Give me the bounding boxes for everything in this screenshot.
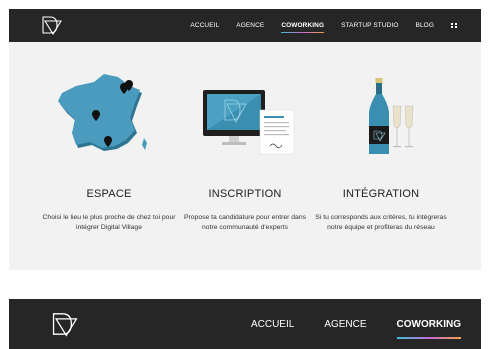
page: ACCUEIL AGENCE COWORKING STARTUP STUDIO … (0, 0, 489, 349)
monitor-document-icon (203, 90, 295, 155)
feature-title: INSCRIPTION (208, 188, 282, 200)
nav-accueil[interactable]: ACCUEIL (190, 22, 219, 29)
nav-startup-studio[interactable]: STARTUP STUDIO (341, 22, 398, 29)
logo-icon (42, 16, 62, 36)
france-map-icon (58, 74, 147, 151)
nav-agence[interactable]: AGENCE (236, 22, 264, 29)
main-menu: ACCUEIL AGENCE COWORKING STARTUP STUDIO … (173, 9, 457, 42)
top-navbar: ACCUEIL AGENCE COWORKING STARTUP STUDIO … (9, 9, 481, 42)
grid-icon[interactable] (451, 22, 457, 29)
features-section: ESPACE Choisi le lieu le plus proche de … (9, 42, 481, 270)
logo[interactable] (41, 15, 63, 40)
champagne-icon (369, 78, 414, 154)
feature-title: ESPACE (86, 188, 132, 200)
sticky-menu: ACCUEIL AGENCE COWORKING (221, 299, 462, 349)
sticky-navbar: ACCUEIL AGENCE COWORKING (9, 299, 481, 349)
feature-text: Si tu corresponds aux critères, tu intèg… (315, 214, 447, 231)
feature-text: Choisi le lieu le plus proche de chez to… (42, 214, 176, 231)
nav-blog[interactable]: BLOG (416, 22, 434, 29)
logo[interactable] (51, 311, 79, 342)
logo-icon (52, 313, 78, 337)
nav-accueil[interactable]: ACCUEIL (251, 319, 294, 330)
feature-text: Propose ta candidature pour entrer dans … (183, 214, 307, 231)
nav-agence[interactable]: AGENCE (324, 319, 366, 330)
feature-title: INTÉGRATION (342, 188, 420, 200)
nav-coworking[interactable]: COWORKING (396, 319, 462, 339)
nav-coworking[interactable]: COWORKING (281, 22, 324, 33)
